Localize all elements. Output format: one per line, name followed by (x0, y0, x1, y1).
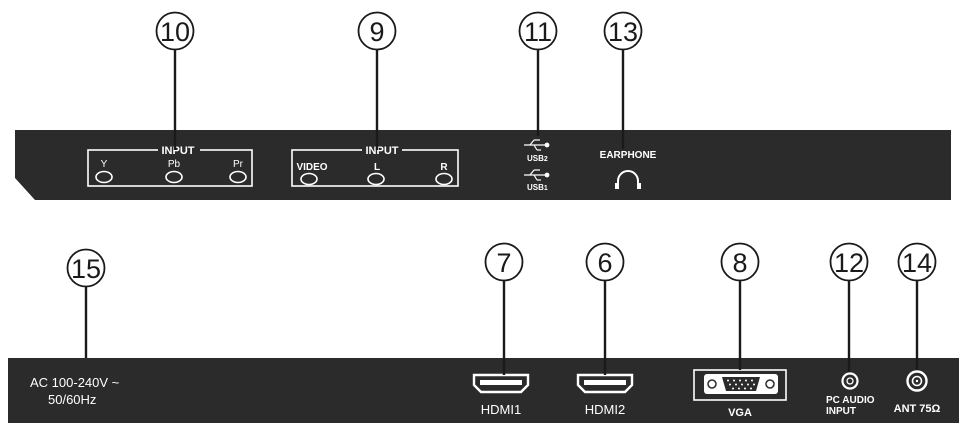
earphone-label: EARPHONE (600, 150, 657, 161)
callout-number: 12 (834, 248, 864, 278)
jack-label-video: VIDEO (296, 162, 327, 173)
power-spec-line1: AC 100-240V ~ (30, 375, 120, 390)
jack-label-pb: Pb (168, 159, 181, 170)
rear-panel-diagram: INPUT Y Pb Pr INPUT VIDEO L R USB2 USB1 … (8, 11, 959, 423)
callout-number: 7 (496, 248, 511, 278)
callout-9: 9 (357, 11, 397, 51)
callout-10: 10 (155, 11, 195, 51)
callout-13: 13 (603, 11, 643, 51)
callout-15: 15 (66, 248, 106, 288)
callout-14: 14 (897, 242, 937, 282)
hdmi2-label: HDMI2 (585, 402, 625, 417)
callout-number: 13 (608, 17, 638, 47)
callout-number: 14 (902, 248, 932, 278)
av-input-title: INPUT (366, 145, 399, 157)
vga-label: VGA (728, 407, 752, 419)
jack-label-pr: Pr (233, 159, 244, 170)
jack-label-l: L (374, 162, 380, 173)
callout-number: 6 (597, 248, 612, 278)
callout-number: 10 (160, 17, 190, 47)
antenna-label: ANT 75Ω (894, 403, 941, 415)
power-spec-line2: 50/60Hz (48, 392, 96, 407)
usb2-label: USB2 (527, 154, 548, 163)
jack-label-r: R (440, 162, 448, 173)
callout-7: 7 (484, 242, 524, 282)
pc-audio-label-line2: INPUT (826, 406, 856, 417)
callout-6: 6 (585, 242, 625, 282)
callout-number: 8 (732, 248, 747, 278)
callout-11: 11 (518, 11, 558, 51)
component-input-title: INPUT (162, 145, 195, 157)
callout-12: 12 (829, 242, 869, 282)
callout-number: 9 (369, 17, 384, 47)
callout-number: 11 (524, 17, 552, 47)
callout-number: 15 (71, 254, 101, 284)
vga-connector-icon (704, 374, 778, 394)
jack-label-y: Y (101, 159, 108, 170)
top-side-panel (15, 130, 951, 200)
hdmi1-label: HDMI1 (481, 402, 521, 417)
pc-audio-label-line1: PC AUDIO (826, 395, 875, 406)
usb1-label: USB1 (527, 183, 548, 192)
callout-8: 8 (720, 242, 760, 282)
